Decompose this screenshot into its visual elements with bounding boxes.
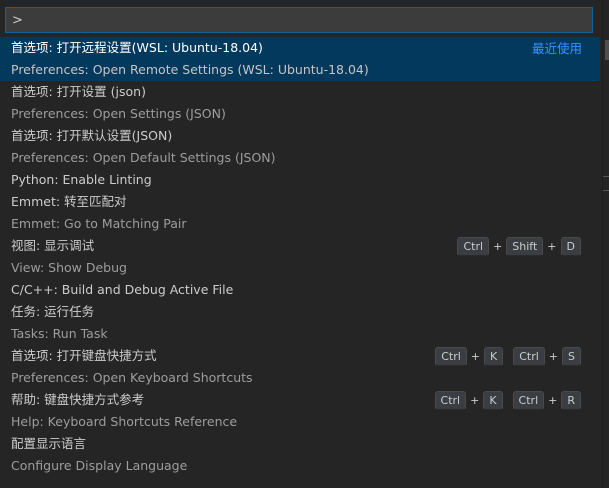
command-detail: View: Show Debug xyxy=(11,260,127,275)
scrollbar[interactable] xyxy=(602,0,609,488)
list-item[interactable]: 首选项: 打开默认设置(JSON) Preferences: Open Defa… xyxy=(0,125,600,169)
command-detail: Configure Display Language xyxy=(11,458,188,473)
list-item[interactable]: 帮助: 键盘快捷方式参考 Ctrl + K Ctrl + R Help: Key… xyxy=(0,389,600,433)
command-detail: Preferences: Open Remote Settings (WSL: … xyxy=(11,62,369,77)
list-item[interactable]: 首选项: 打开设置 (json) Preferences: Open Setti… xyxy=(0,81,600,125)
key-cap: K xyxy=(483,390,503,410)
command-label: 首选项: 打开设置 (json) xyxy=(11,84,146,99)
command-label: 任务: 运行任务 xyxy=(11,304,95,319)
command-label: 首选项: 打开默认设置(JSON) xyxy=(11,128,173,143)
key-cap: S xyxy=(562,346,581,366)
command-label: 首选项: 打开远程设置(WSL: Ubuntu-18.04) xyxy=(11,40,263,55)
key-cap: Ctrl xyxy=(457,236,490,256)
key-cap: D xyxy=(560,236,581,256)
divider xyxy=(603,176,609,177)
list-item[interactable]: 首选项: 打开键盘快捷方式 Ctrl + K Ctrl + S Preferen… xyxy=(0,345,600,389)
command-palette: 首选项: 打开远程设置(WSL: Ubuntu-18.04) 最近使用 Pref… xyxy=(0,0,602,488)
list-item[interactable]: 配置显示语言 Configure Display Language xyxy=(0,433,600,477)
keybinding: Ctrl + Shift + D xyxy=(457,236,581,256)
key-cap: Ctrl xyxy=(435,346,467,366)
command-label: 首选项: 打开键盘快捷方式 xyxy=(11,348,157,363)
list-item[interactable]: Emmet: 转至匹配对 Emmet: Go to Matching Pair xyxy=(0,191,600,235)
recently-used-badge: 最近使用 xyxy=(531,41,582,56)
key-cap: Ctrl xyxy=(512,390,545,410)
key-separator: + xyxy=(547,239,557,253)
command-label: C/C++: Build and Debug Active File xyxy=(11,282,234,297)
command-input[interactable] xyxy=(6,8,592,32)
command-label: 帮助: 键盘快捷方式参考 xyxy=(11,392,145,407)
list-item[interactable]: 首选项: 打开远程设置(WSL: Ubuntu-18.04) 最近使用 Pref… xyxy=(0,37,600,81)
command-label: Python: Enable Linting xyxy=(11,172,152,187)
keybinding: Ctrl + K Ctrl + S xyxy=(435,346,581,366)
list-item[interactable]: C/C++: Build and Debug Active File xyxy=(0,279,600,301)
key-cap: Ctrl xyxy=(434,390,467,410)
keybinding: Ctrl + K Ctrl + R xyxy=(434,390,581,410)
command-label: 视图: 显示调试 xyxy=(11,238,95,253)
key-separator: + xyxy=(548,349,559,363)
divider xyxy=(603,190,609,191)
command-label: 配置显示语言 xyxy=(11,436,87,451)
list-item[interactable]: Python: Enable Linting xyxy=(0,169,600,191)
command-detail: Preferences: Open Default Settings (JSON… xyxy=(11,150,276,165)
command-list: 首选项: 打开远程设置(WSL: Ubuntu-18.04) 最近使用 Pref… xyxy=(0,37,600,477)
command-input-box[interactable] xyxy=(5,7,593,33)
command-detail: Preferences: Open Keyboard Shortcuts xyxy=(11,370,253,385)
key-cap: R xyxy=(561,390,581,410)
list-item[interactable]: 视图: 显示调试 Ctrl + Shift + D View: Show Deb… xyxy=(0,235,600,279)
key-cap: Ctrl xyxy=(513,346,545,366)
key-cap: Shift xyxy=(506,236,544,256)
key-separator: + xyxy=(493,239,503,253)
command-label: Emmet: 转至匹配对 xyxy=(11,194,127,209)
key-separator: + xyxy=(470,393,480,407)
key-cap: K xyxy=(484,346,504,366)
key-separator: + xyxy=(548,393,558,407)
command-detail: Preferences: Open Settings (JSON) xyxy=(11,106,226,121)
list-item[interactable]: 任务: 运行任务 Tasks: Run Task xyxy=(0,301,600,345)
key-separator: + xyxy=(470,349,480,363)
command-detail: Tasks: Run Task xyxy=(11,326,108,341)
scrollbar-thumb[interactable] xyxy=(605,40,609,60)
command-detail: Emmet: Go to Matching Pair xyxy=(11,216,187,231)
command-detail: Help: Keyboard Shortcuts Reference xyxy=(11,414,238,429)
